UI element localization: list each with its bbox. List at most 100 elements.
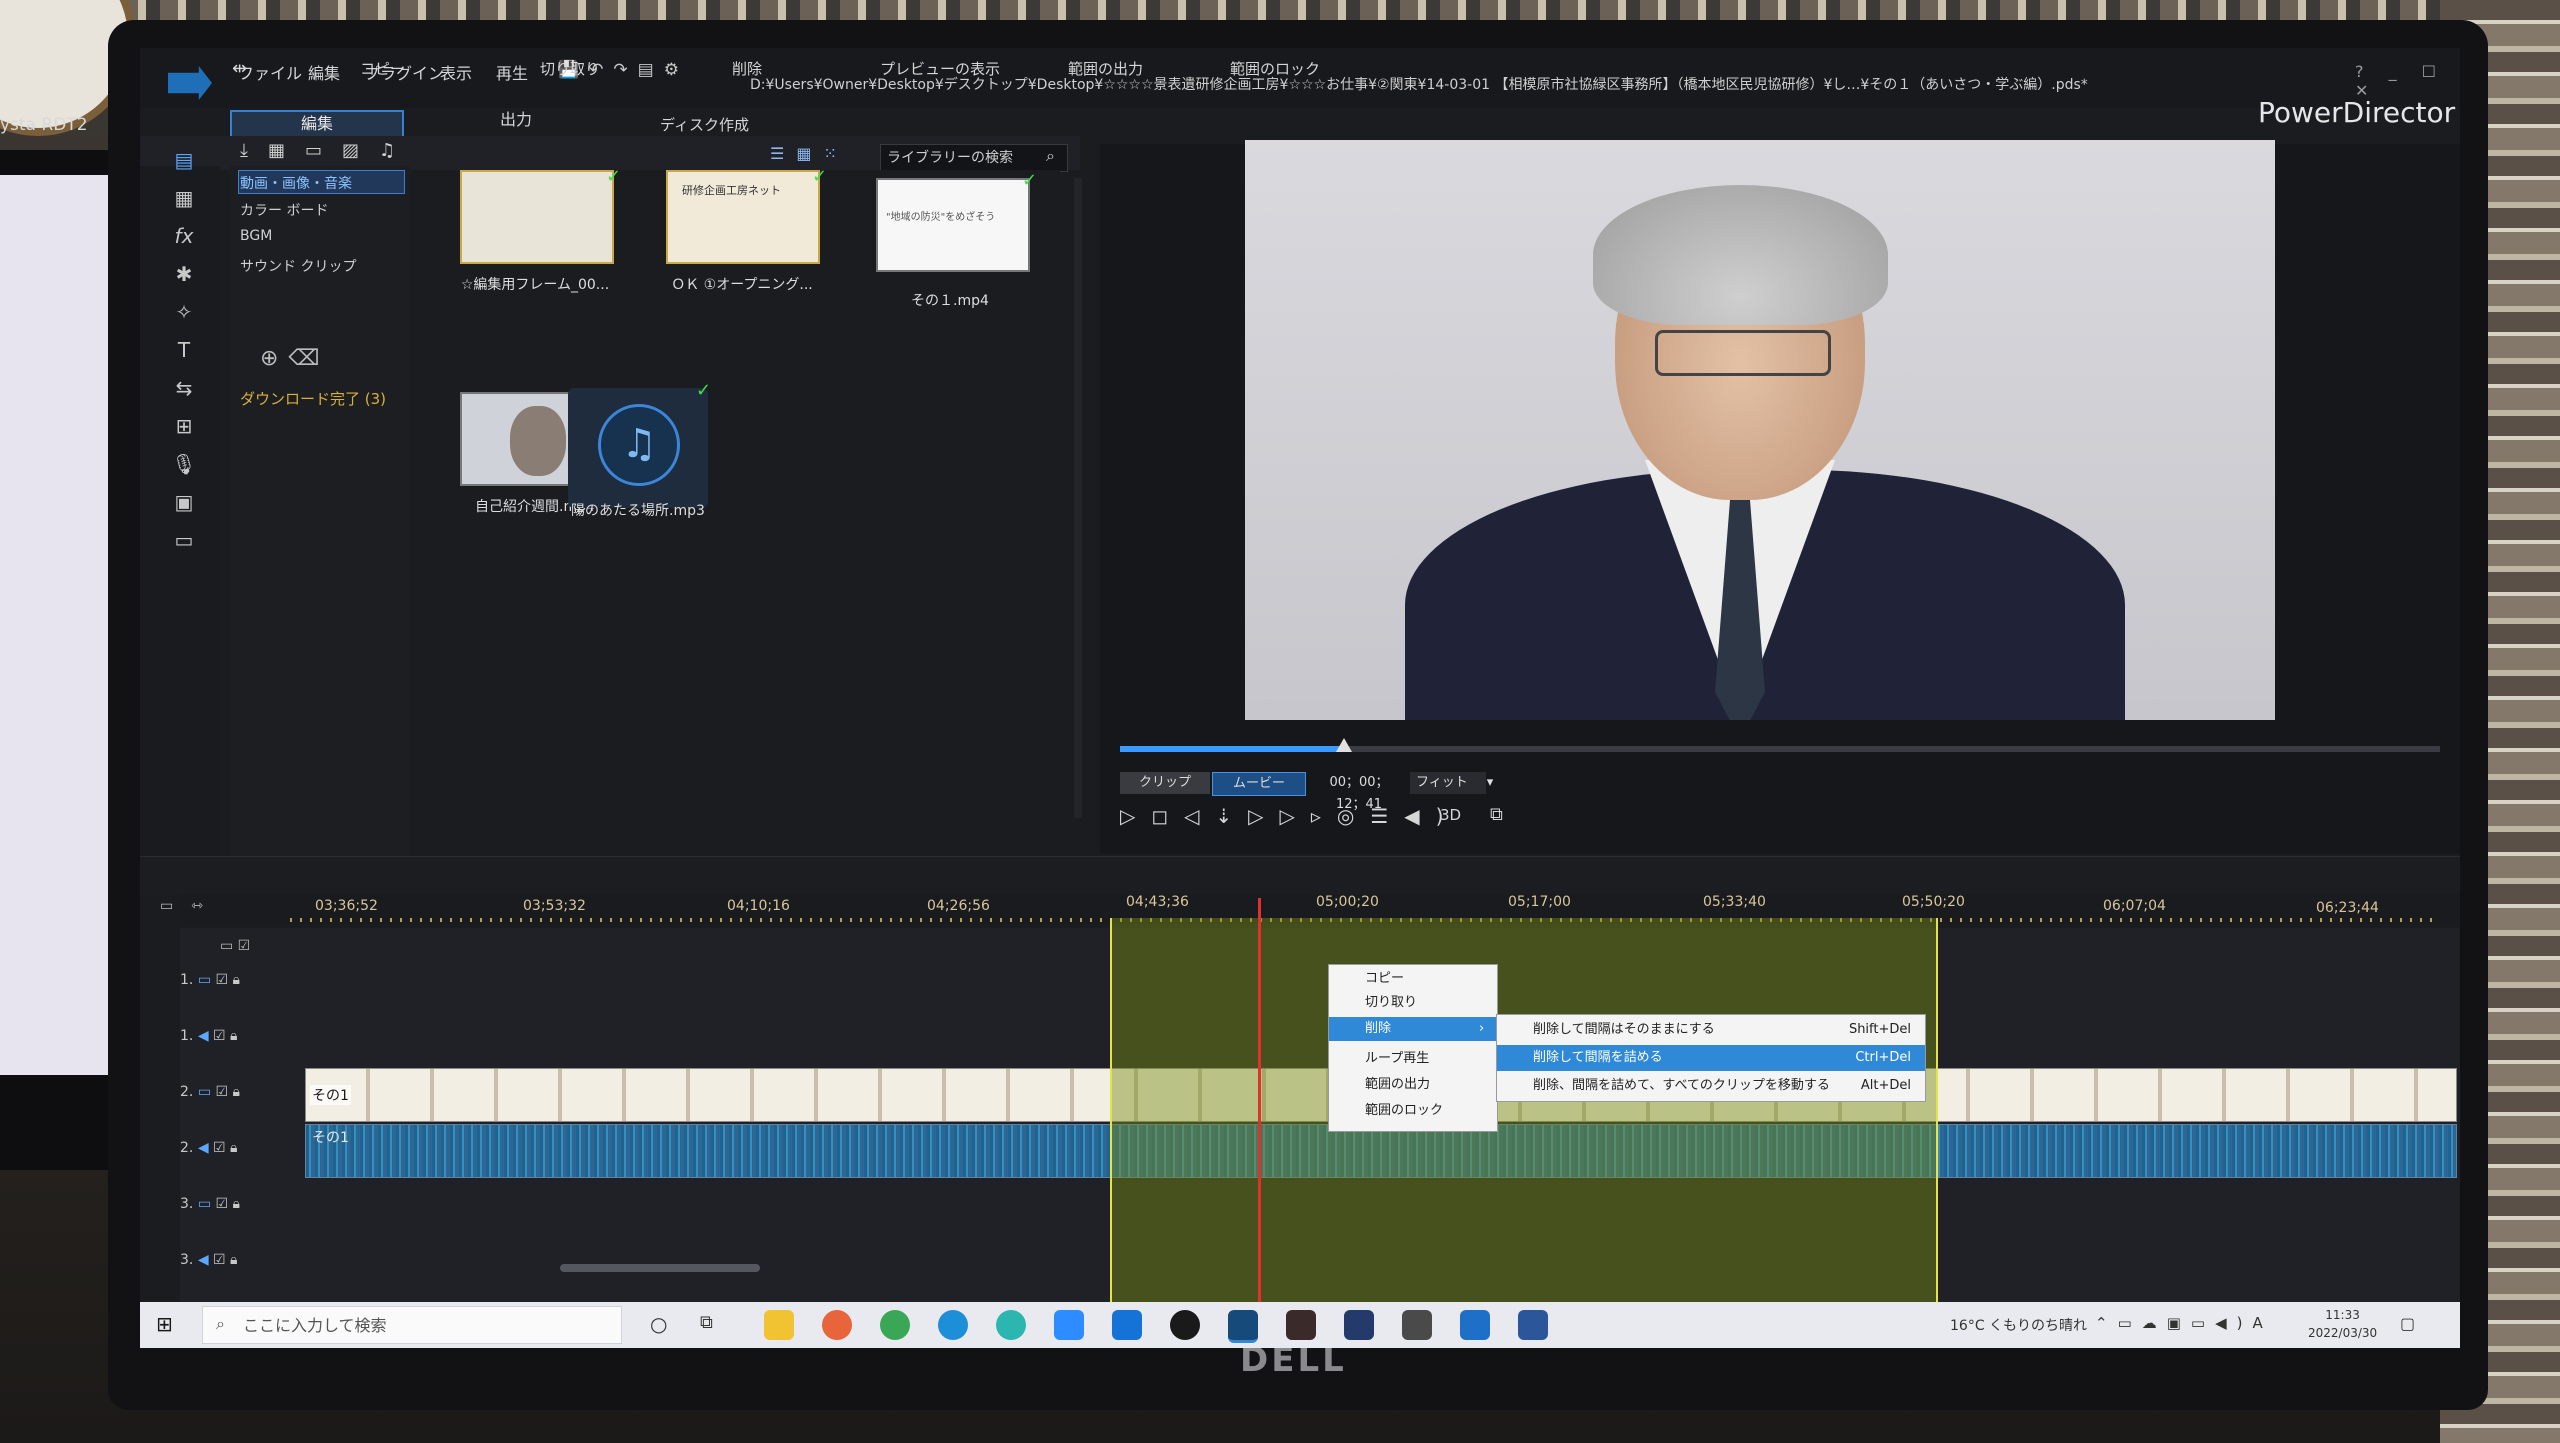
room-bgm[interactable]: BGM <box>240 228 272 244</box>
split-icon[interactable]: ⇹ <box>232 58 247 79</box>
tag-add-icon[interactable]: ⊕⌫ <box>260 346 330 371</box>
ctx-loop[interactable]: ループ再生 <box>1329 1047 1497 1071</box>
app-icon-dark[interactable] <box>1170 1310 1200 1340</box>
powerdirector-taskbar-icon[interactable] <box>1228 1310 1258 1343</box>
taskbar-search-input[interactable]: ここに入力して検索 <box>202 1306 622 1344</box>
lock-icon[interactable]: 🔒︎ <box>230 1140 237 1156</box>
camera-icon[interactable] <box>1402 1310 1432 1340</box>
weather-widget[interactable]: 16°C くもりのち晴れ <box>1950 1315 2087 1335</box>
ctx-delete[interactable]: 削除 <box>1329 1017 1497 1041</box>
word-icon[interactable] <box>1518 1310 1548 1340</box>
track-header-audio-1[interactable]: 1. ◀ ☑ 🔒︎ <box>180 1028 290 1044</box>
toolbar-cut[interactable]: 切り取り <box>540 58 600 79</box>
menu-edit[interactable]: 編集 <box>308 60 340 84</box>
all-tracks-toggle[interactable]: ▭ ☑ <box>220 938 330 954</box>
media-room-icon[interactable]: ▤ <box>170 148 198 174</box>
zoom-icon[interactable] <box>1054 1310 1084 1340</box>
room-sound-clip[interactable]: サウンド クリップ <box>240 256 356 276</box>
track-header-video-3[interactable]: 3. ▭ ☑ 🔒︎ <box>180 1196 290 1212</box>
lock-icon[interactable]: 🔒︎ <box>233 1084 240 1100</box>
track-header-video-1[interactable]: 1. ▭ ☑ 🔒︎ <box>180 972 290 988</box>
submenu-delete-close-gap[interactable]: 削除して間隔を詰める Ctrl+Del <box>1497 1045 1925 1071</box>
video-track-icon: ▭ <box>197 972 212 988</box>
menu-play[interactable]: 再生 <box>496 60 528 84</box>
firefox-icon[interactable] <box>822 1310 852 1340</box>
app-icon-video[interactable] <box>1344 1310 1374 1340</box>
ctx-copy[interactable]: コピー <box>1329 967 1497 991</box>
room-color-board[interactable]: カラー ボード <box>240 200 328 220</box>
lock-icon[interactable]: 🔒︎ <box>233 1196 240 1212</box>
title-room-icon[interactable]: T <box>170 338 198 364</box>
clock[interactable]: 11:33 2022/03/30 <box>2308 1306 2377 1342</box>
ctx-export-range[interactable]: 範囲の出力 <box>1329 1073 1497 1097</box>
library-search-input[interactable]: ライブラリーの検索 <box>880 144 1068 172</box>
playback-controls[interactable]: ▷◻◁⇣▷▷▹◎☰◀) <box>1120 804 1460 828</box>
transition-room-icon[interactable]: ⇆ <box>170 376 198 402</box>
movie-mode-tab[interactable]: ムービー <box>1212 772 1306 796</box>
ctx-lock-range[interactable]: 範囲のロック <box>1329 1099 1497 1123</box>
menu-file[interactable]: ファイル <box>238 60 302 84</box>
room-media[interactable]: 動画・画像・音楽 <box>240 173 352 193</box>
timecode[interactable]: 00；00；12；41 <box>1316 772 1402 812</box>
media-label: ＯＫ ①オープニング... <box>671 277 813 293</box>
download-status[interactable]: ダウンロード完了 (3) <box>240 388 386 409</box>
thumb-part1[interactable]: "地域の防災"をめざそう <box>876 178 1030 272</box>
outlook-icon[interactable] <box>1460 1310 1490 1340</box>
toolbar-lock-range[interactable]: 範囲のロック <box>1230 58 1320 79</box>
voiceover-icon[interactable]: 🎙 <box>170 452 198 478</box>
timeline-playhead[interactable] <box>1258 898 1261 1308</box>
submenu-delete-ripple-all[interactable]: 削除、間隔を詰めて、すべてのクリップを移動する Alt+Del <box>1497 1073 1925 1099</box>
particle-room-icon[interactable]: ✧ <box>170 300 198 326</box>
thumb-frame[interactable] <box>460 170 614 264</box>
undock-icon[interactable]: ⧉ <box>1490 804 1503 825</box>
chevron-down-icon[interactable]: ▾ <box>1480 772 1500 794</box>
task-view-icon[interactable]: ⧉ <box>700 1312 713 1333</box>
windows-start-icon[interactable]: ⊞ <box>156 1312 173 1336</box>
pip-room-icon[interactable]: ✱ <box>170 262 198 288</box>
track-header-audio-3[interactable]: 3. ◀ ☑ 🔒︎ <box>180 1252 290 1268</box>
chrome-icon[interactable] <box>880 1310 910 1340</box>
search-icon[interactable]: ⌕ <box>1046 146 1055 166</box>
fit-dropdown[interactable]: フィット <box>1410 772 1486 794</box>
ctx-cut[interactable]: 切り取り <box>1329 991 1497 1015</box>
fx-room-icon[interactable]: fx <box>170 224 198 250</box>
app-icon-blue[interactable] <box>1112 1310 1142 1340</box>
template-room-icon[interactable]: ▦ <box>170 186 198 212</box>
lock-icon[interactable]: 🔒︎ <box>233 972 240 988</box>
3d-toggle[interactable]: 3D <box>1440 806 1461 824</box>
tab-disc[interactable]: ディスク作成 <box>660 114 749 135</box>
library-scrollbar[interactable] <box>1074 178 1082 818</box>
clip-mode-tab[interactable]: クリップ <box>1120 772 1210 794</box>
edge-icon[interactable] <box>996 1310 1026 1340</box>
lock-icon[interactable]: 🔒︎ <box>230 1028 237 1044</box>
thumb-opening[interactable]: 研修企画工房ネット <box>666 170 820 264</box>
view-mode-icons[interactable]: ☰▦⁙ <box>770 144 849 163</box>
track-header-video-2[interactable]: 2. ▭ ☑ 🔒︎ <box>180 1084 290 1100</box>
toolbar-delete[interactable]: 削除 <box>732 58 762 79</box>
thumb-music[interactable]: ♫ <box>568 388 708 508</box>
skype-icon[interactable] <box>938 1310 968 1340</box>
file-explorer-icon[interactable] <box>764 1310 794 1340</box>
notification-icon[interactable]: ▢ <box>2400 1314 2415 1333</box>
system-tray-icons[interactable]: ⌃▭☁▣▭◀)A <box>2095 1314 2273 1332</box>
tab-edit[interactable]: 編集 <box>230 110 404 138</box>
app-icon-film[interactable] <box>1286 1310 1316 1340</box>
submenu-delete-keep-gap[interactable]: 削除して間隔はそのままにする Shift+Del <box>1497 1017 1925 1043</box>
preview-seek-handle[interactable] <box>1336 738 1353 752</box>
toolbar-export-range[interactable]: 範囲の出力 <box>1068 58 1143 79</box>
tab-output[interactable]: 出力 <box>500 106 532 130</box>
chapter-room-icon[interactable]: ▣ <box>170 490 198 516</box>
timeline-scrollbar[interactable] <box>560 1264 760 1272</box>
track-header-audio-2[interactable]: 2. ◀ ☑ 🔒︎ <box>180 1140 290 1156</box>
track-view-icons[interactable]: ▭⇿ <box>160 898 221 914</box>
toolbar-preview-range[interactable]: プレビューの表示 <box>880 58 1000 79</box>
range-selection[interactable] <box>1110 918 1938 1308</box>
lock-icon[interactable]: 🔒︎ <box>230 1252 237 1268</box>
subtitle-room-icon[interactable]: ▭ <box>170 528 198 554</box>
toolbar-copy[interactable]: コピー <box>360 58 405 79</box>
audio-mixing-icon[interactable]: ⊞ <box>170 414 198 440</box>
media-filter-icons[interactable]: ⤓▦▭▨♫ <box>240 140 415 161</box>
cortana-icon[interactable]: ○ <box>650 1312 667 1336</box>
menu-view[interactable]: 表示 <box>440 60 472 84</box>
window-buttons[interactable]: ? _ ☐ ✕ <box>2355 62 2460 100</box>
